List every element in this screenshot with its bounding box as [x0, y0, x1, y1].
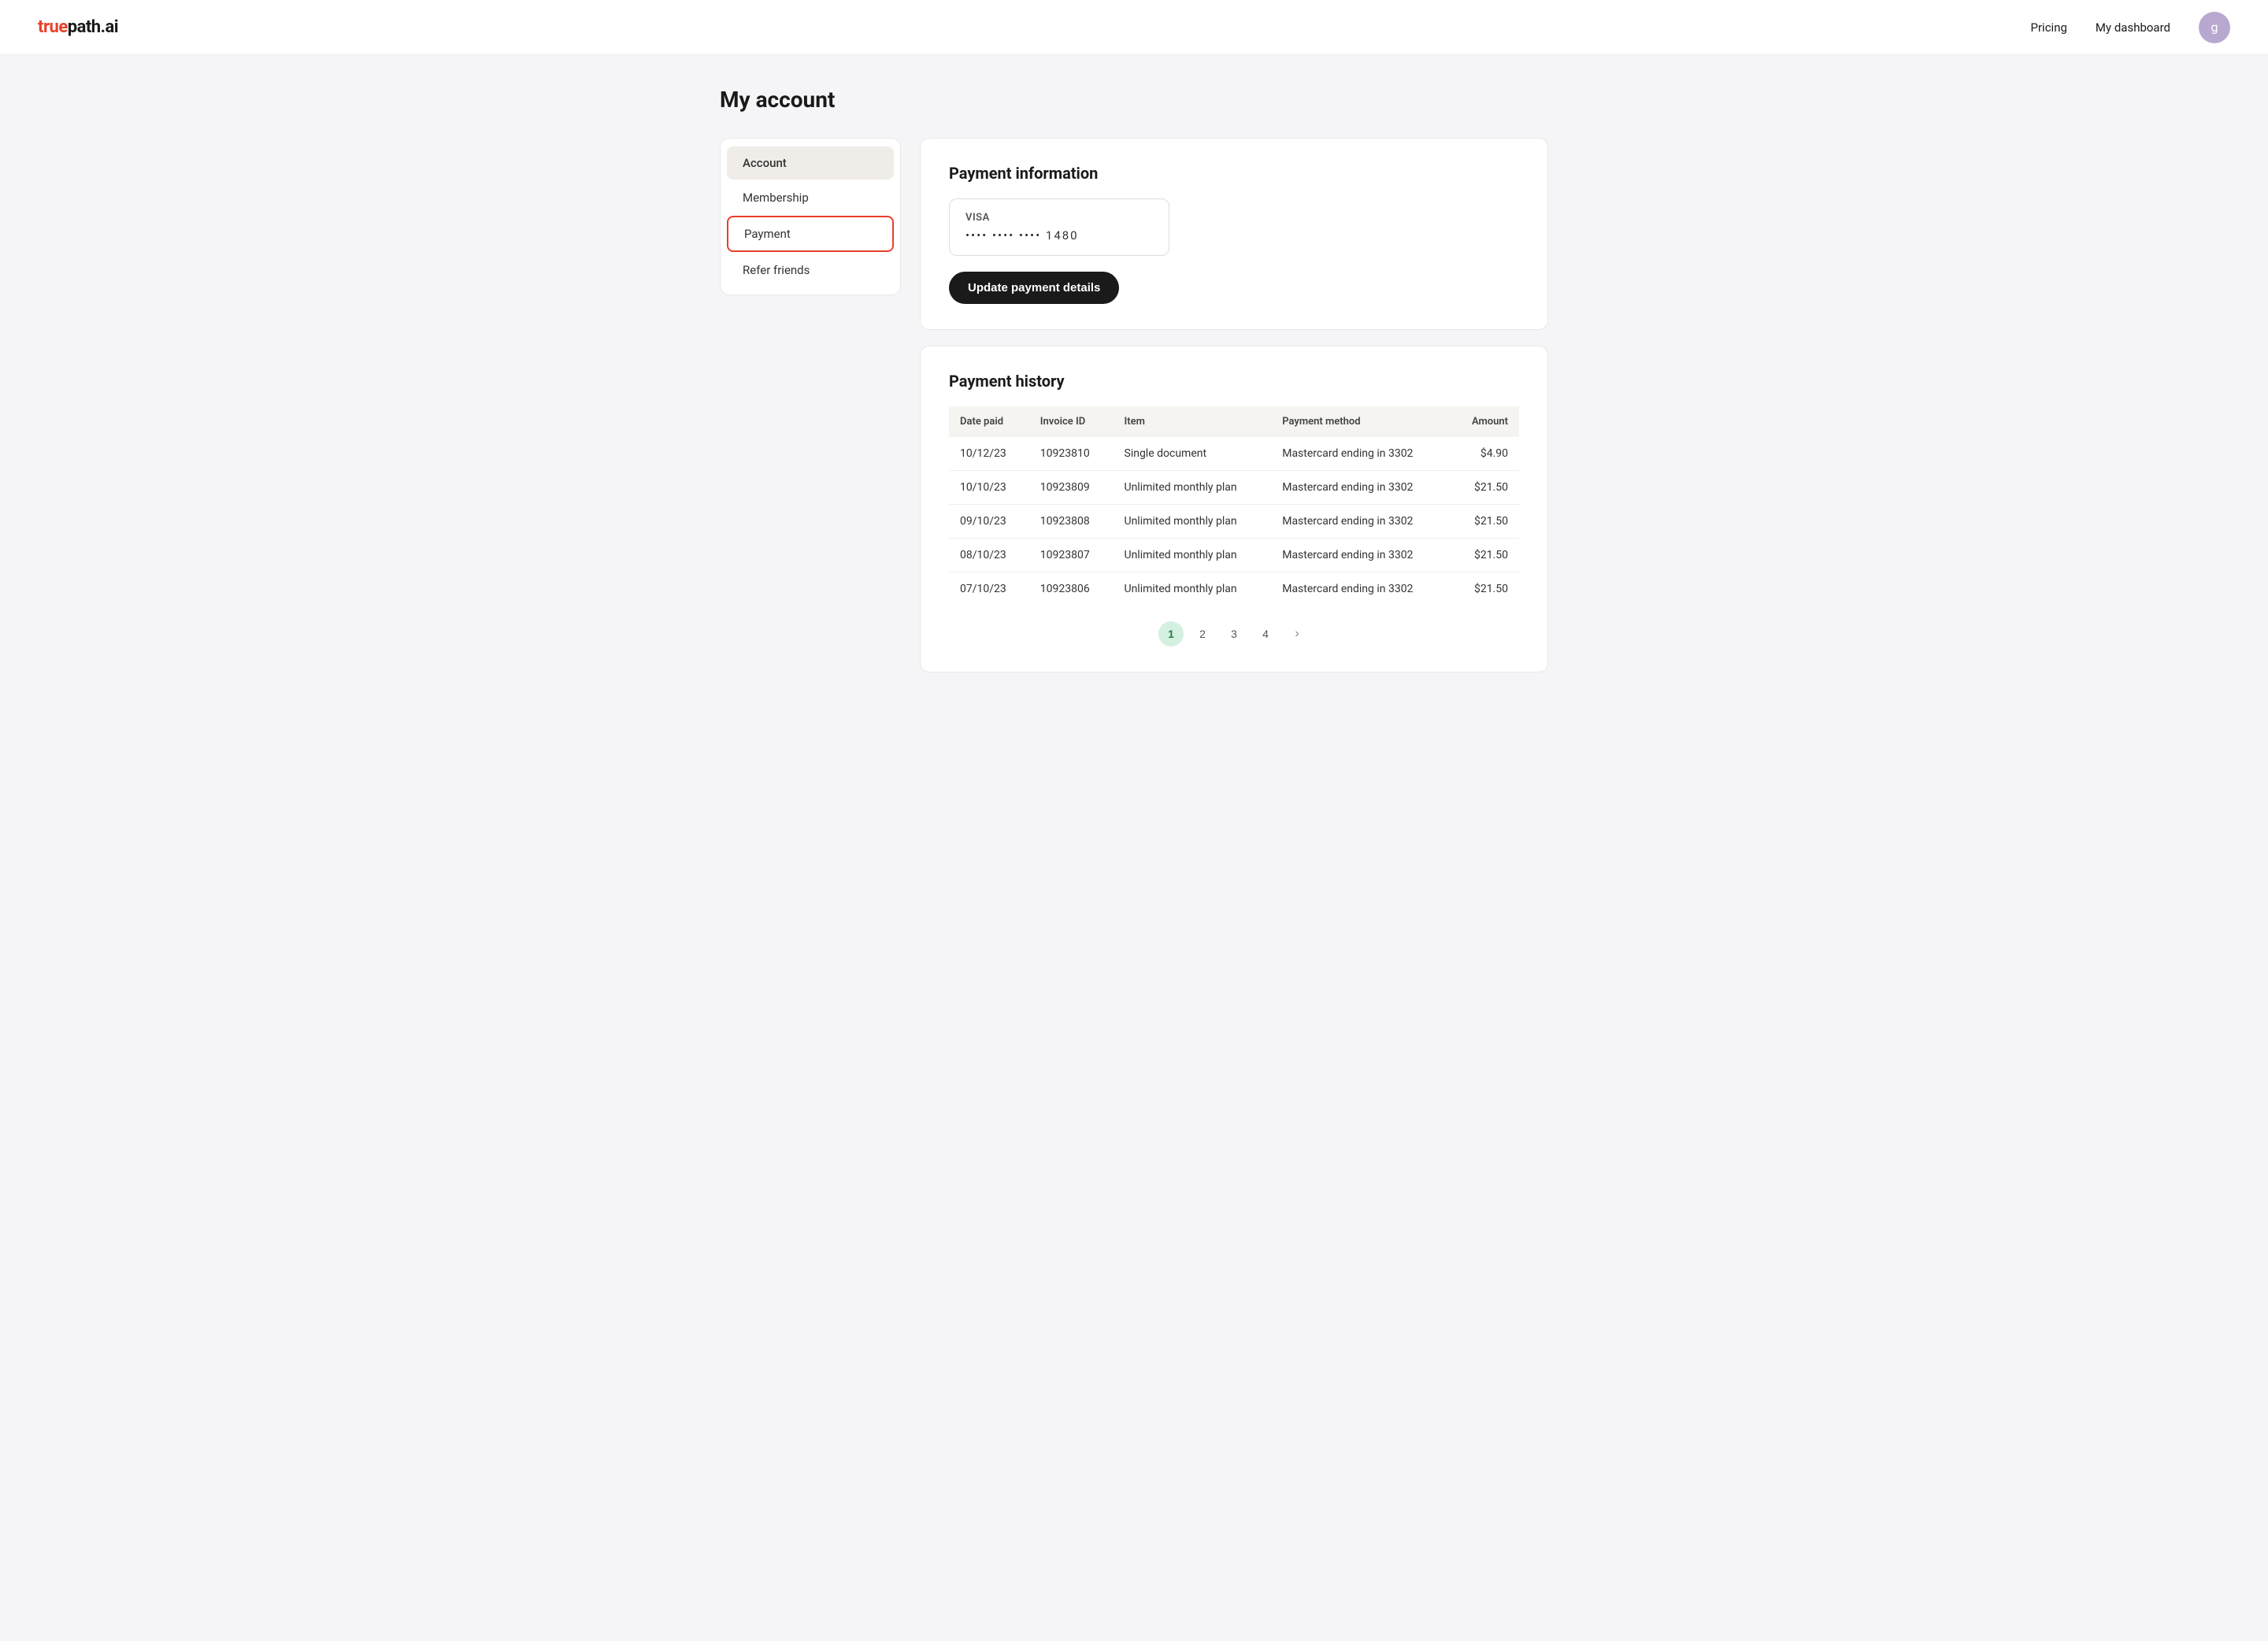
page-1-button[interactable]: 1 — [1158, 621, 1184, 646]
sidebar-item-refer[interactable]: Refer friends — [727, 254, 894, 287]
table-row: 10/10/2310923809Unlimited monthly planMa… — [949, 471, 1519, 505]
payment-info-card: Payment information VISA •••• •••• •••• … — [920, 138, 1548, 330]
cell-date: 07/10/23 — [949, 572, 1029, 606]
page-3-button[interactable]: 3 — [1221, 621, 1247, 646]
card-details-box: VISA •••• •••• •••• 1480 — [949, 198, 1169, 256]
card-brand: VISA — [965, 212, 1153, 224]
layout: Account Membership Payment Refer friends… — [720, 138, 1548, 672]
cell-invoice: 10923806 — [1029, 572, 1114, 606]
sidebar: Account Membership Payment Refer friends — [720, 138, 901, 295]
header-nav: Pricing My dashboard g — [2031, 12, 2230, 43]
table-header: Date paid Invoice ID Item Payment method… — [949, 406, 1519, 437]
card-number: •••• •••• •••• 1480 — [965, 228, 1153, 243]
page-title: My account — [720, 87, 1548, 113]
cell-invoice: 10923807 — [1029, 539, 1114, 572]
col-amount: Amount — [1451, 406, 1519, 437]
cell-invoice: 10923808 — [1029, 505, 1114, 539]
col-item: Item — [1114, 406, 1272, 437]
sidebar-item-account[interactable]: Account — [727, 146, 894, 180]
cell-item: Single document — [1114, 437, 1272, 471]
cell-amount: $4.90 — [1451, 437, 1519, 471]
cell-amount: $21.50 — [1451, 572, 1519, 606]
payment-history-title: Payment history — [949, 372, 1519, 391]
cell-date: 09/10/23 — [949, 505, 1029, 539]
table-row: 07/10/2310923806Unlimited monthly planMa… — [949, 572, 1519, 606]
page-4-button[interactable]: 4 — [1253, 621, 1278, 646]
header: truepath.ai Pricing My dashboard g — [0, 0, 2268, 55]
cell-item: Unlimited monthly plan — [1114, 572, 1272, 606]
page-container: My account Account Membership Payment Re… — [701, 55, 1567, 704]
logo[interactable]: truepath.ai — [38, 17, 118, 37]
update-payment-button[interactable]: Update payment details — [949, 272, 1119, 304]
cell-date: 10/10/23 — [949, 471, 1029, 505]
cell-method: Mastercard ending in 3302 — [1271, 505, 1451, 539]
cell-invoice: 10923810 — [1029, 437, 1114, 471]
pagination: 1 2 3 4 › — [949, 621, 1519, 646]
col-invoice: Invoice ID — [1029, 406, 1114, 437]
table-header-row: Date paid Invoice ID Item Payment method… — [949, 406, 1519, 437]
table-row: 10/12/2310923810Single documentMastercar… — [949, 437, 1519, 471]
payment-history-card: Payment history Date paid Invoice ID Ite… — [920, 346, 1548, 672]
cell-date: 08/10/23 — [949, 539, 1029, 572]
cell-amount: $21.50 — [1451, 471, 1519, 505]
main-content: Payment information VISA •••• •••• •••• … — [920, 138, 1548, 672]
sidebar-item-membership[interactable]: Membership — [727, 181, 894, 214]
col-date: Date paid — [949, 406, 1029, 437]
payment-info-title: Payment information — [949, 164, 1519, 183]
table-body: 10/12/2310923810Single documentMastercar… — [949, 437, 1519, 606]
next-page-button[interactable]: › — [1284, 621, 1310, 646]
cell-item: Unlimited monthly plan — [1114, 471, 1272, 505]
avatar[interactable]: g — [2199, 12, 2230, 43]
cell-method: Mastercard ending in 3302 — [1271, 539, 1451, 572]
table-row: 08/10/2310923807Unlimited monthly planMa… — [949, 539, 1519, 572]
cell-amount: $21.50 — [1451, 505, 1519, 539]
sidebar-item-payment[interactable]: Payment — [727, 216, 894, 252]
cell-method: Mastercard ending in 3302 — [1271, 471, 1451, 505]
logo-true: true — [38, 17, 68, 37]
col-method: Payment method — [1271, 406, 1451, 437]
cell-item: Unlimited monthly plan — [1114, 505, 1272, 539]
page-2-button[interactable]: 2 — [1190, 621, 1215, 646]
cell-invoice: 10923809 — [1029, 471, 1114, 505]
dashboard-link[interactable]: My dashboard — [2096, 20, 2170, 35]
cell-date: 10/12/23 — [949, 437, 1029, 471]
cell-method: Mastercard ending in 3302 — [1271, 437, 1451, 471]
table-row: 09/10/2310923808Unlimited monthly planMa… — [949, 505, 1519, 539]
cell-amount: $21.50 — [1451, 539, 1519, 572]
pricing-link[interactable]: Pricing — [2031, 20, 2067, 35]
cell-item: Unlimited monthly plan — [1114, 539, 1272, 572]
cell-method: Mastercard ending in 3302 — [1271, 572, 1451, 606]
payment-history-table: Date paid Invoice ID Item Payment method… — [949, 406, 1519, 606]
logo-path: path.ai — [68, 17, 118, 37]
